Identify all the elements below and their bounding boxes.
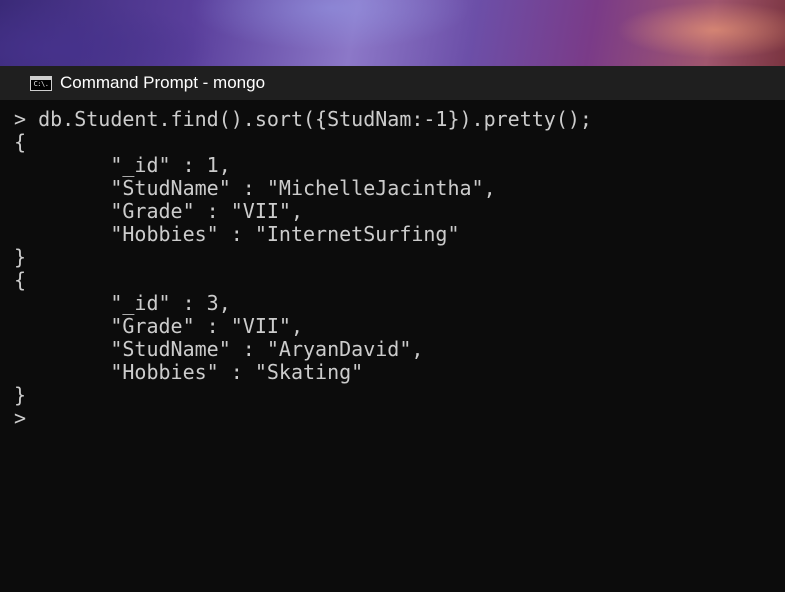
console-output[interactable]: > db.Student.find().sort({StudNam:-1}).p… (0, 100, 785, 592)
console-line: "Hobbies" : "InternetSurfing" (14, 222, 460, 246)
window-titlebar[interactable]: C:\. Command Prompt - mongo (0, 66, 785, 100)
console-line: { (14, 268, 27, 292)
console-line: } (14, 245, 27, 269)
console-line: "Grade" : "VII", (14, 199, 303, 223)
console-line: { (14, 130, 27, 154)
cmd-icon-text: C:\. (33, 79, 49, 88)
console-line: "_id" : 1, (14, 153, 231, 177)
window-title: Command Prompt - mongo (60, 73, 266, 92)
console-line: "StudName" : "MichelleJacintha", (14, 176, 496, 200)
console-prompt[interactable]: > (14, 407, 26, 430)
cmd-icon: C:\. (30, 75, 52, 91)
console-line: "StudName" : "AryanDavid", (14, 337, 424, 361)
screen: C:\. Command Prompt - mongo > db.Student… (0, 0, 785, 592)
console-line: "_id" : 3, (14, 291, 231, 315)
console-line-command: > db.Student.find().sort({StudNam:-1}).p… (14, 107, 592, 131)
console-line: } (14, 383, 27, 407)
console-line: "Hobbies" : "Skating" (14, 360, 364, 384)
desktop-wallpaper (0, 0, 785, 66)
console-line: "Grade" : "VII", (14, 314, 303, 338)
